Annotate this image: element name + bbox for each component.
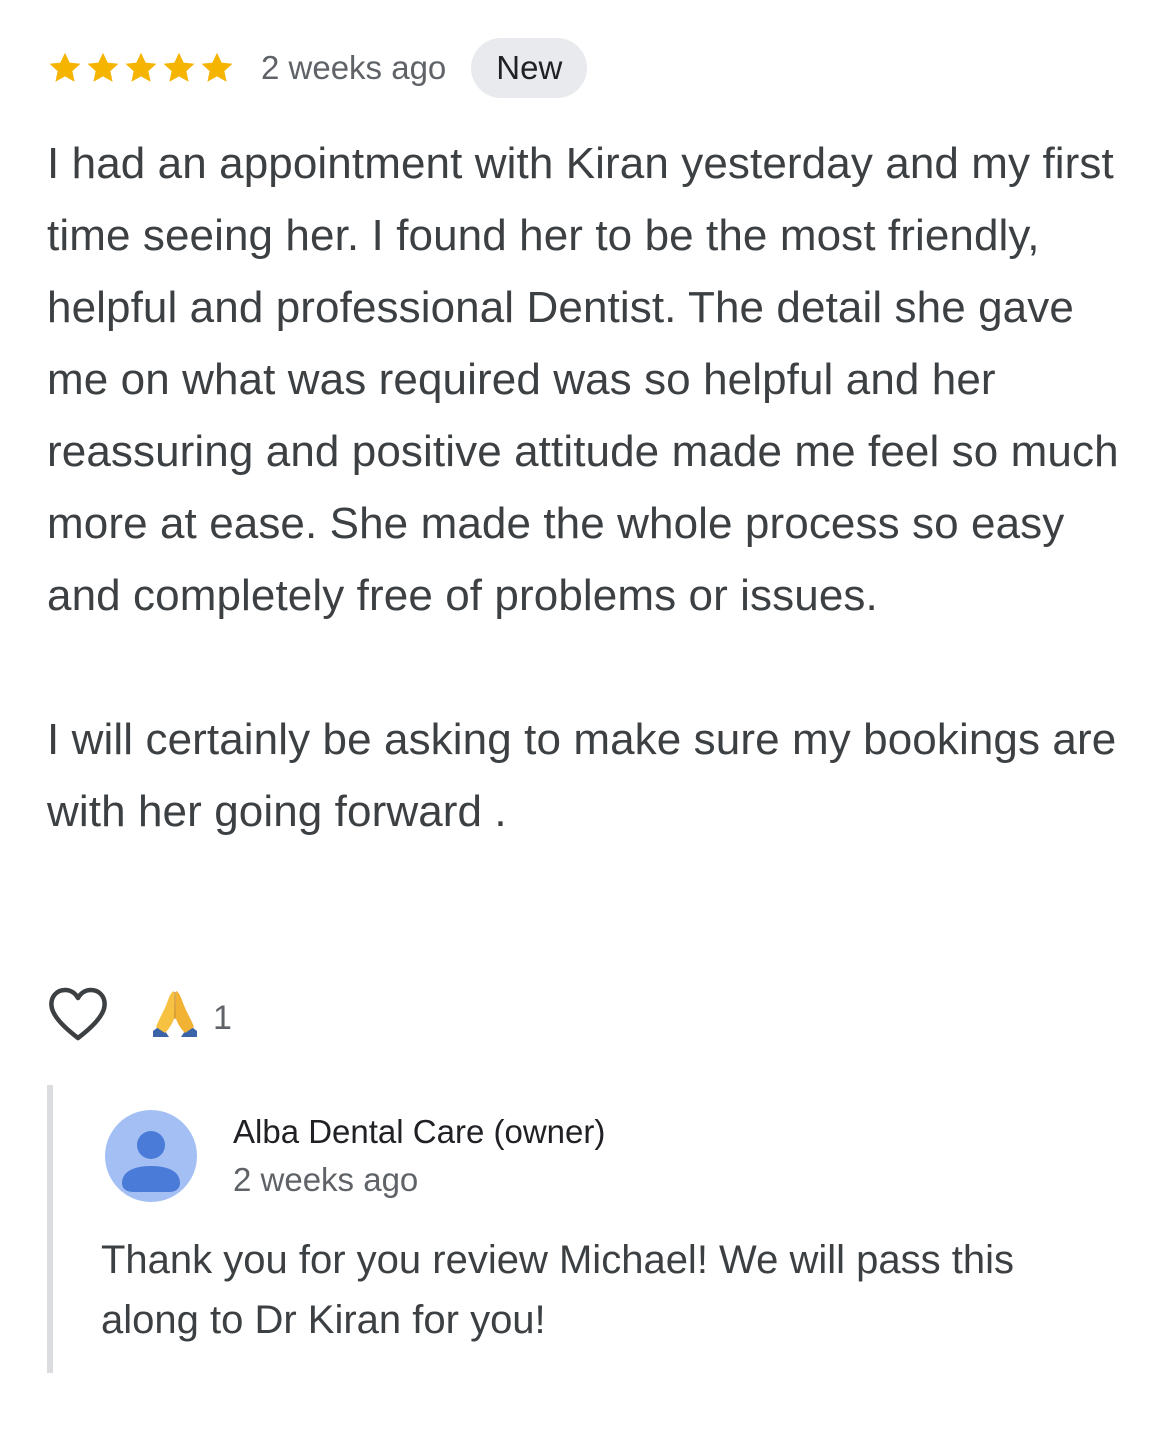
review-meta: 2 weeks ago New: [47, 38, 1137, 98]
review-text: I had an appointment with Kiran yesterda…: [47, 139, 1119, 836]
reaction[interactable]: 1: [147, 987, 232, 1043]
star-icon: [199, 50, 235, 86]
person-avatar-icon[interactable]: [105, 1110, 197, 1202]
owner-reply: Alba Dental Care (owner) 2 weeks ago Tha…: [47, 1085, 1107, 1373]
star-icon: [161, 50, 197, 86]
review-time: 2 weeks ago: [261, 49, 447, 86]
new-badge: New: [471, 38, 588, 98]
star-icon: [47, 50, 83, 86]
reply-text: Thank you for you review Michael! We wil…: [101, 1238, 1014, 1342]
reaction-count: 1: [213, 998, 232, 1037]
star-icon: [85, 50, 121, 86]
star-icon: [123, 50, 159, 86]
reply-time: 2 weeks ago: [233, 1161, 419, 1198]
heart-icon[interactable]: [47, 986, 109, 1044]
review-actions: 1: [47, 985, 232, 1045]
reply-owner-name[interactable]: Alba Dental Care (owner): [233, 1113, 605, 1151]
folded-hands-icon: [147, 987, 203, 1043]
star-rating: [47, 50, 235, 86]
review-card: 2 weeks ago New I had an appointment wit…: [47, 38, 1137, 848]
